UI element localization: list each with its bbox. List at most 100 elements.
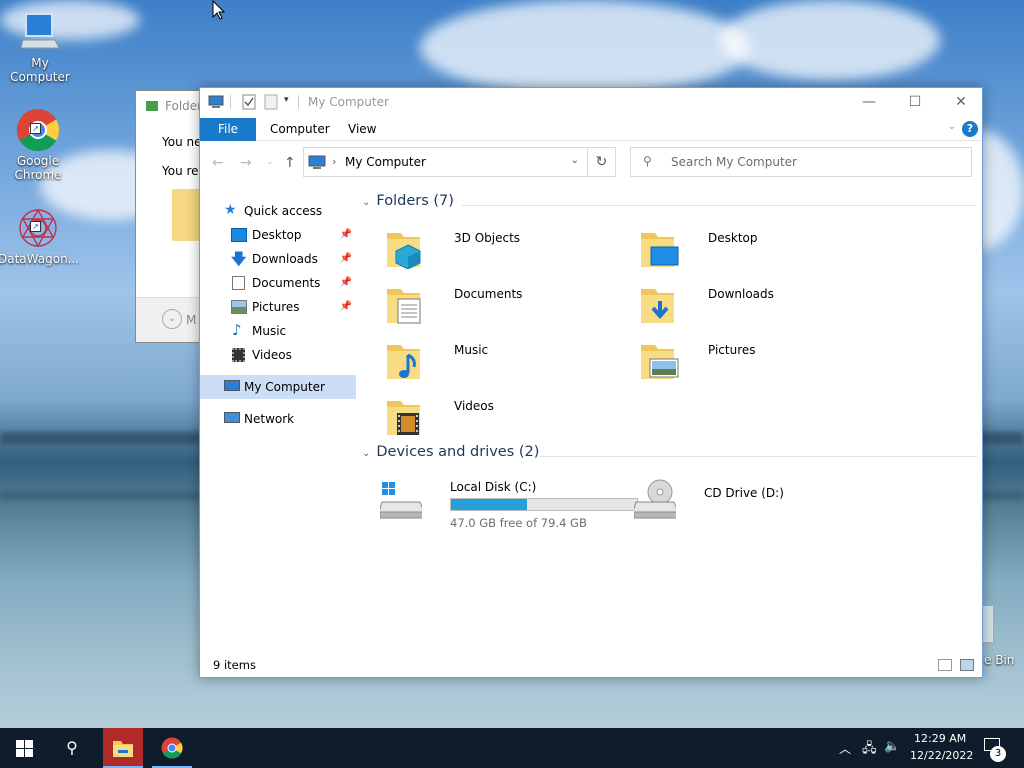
- volume-icon[interactable]: 🔈: [884, 739, 900, 754]
- explorer-window[interactable]: ▾ My Computer — ☐ ✕ File Computer View ⌄…: [199, 87, 983, 678]
- star-icon: ★: [224, 202, 237, 218]
- desktop-icon-datawagon[interactable]: ↗ DataWagon...: [0, 206, 79, 266]
- expand-ribbon-icon[interactable]: ⌄: [948, 121, 956, 132]
- start-button[interactable]: [0, 728, 48, 768]
- pictures-folder-icon: [641, 345, 679, 379]
- folder-label: Music: [454, 343, 489, 357]
- large-icons-view-icon[interactable]: [960, 659, 974, 671]
- notification-center-button[interactable]: 3: [976, 728, 1024, 768]
- music-icon: ♪: [232, 321, 242, 339]
- desktop-icon-label: My Computer: [10, 56, 70, 84]
- wallpaper-cloud: [720, 0, 940, 80]
- tab-view[interactable]: View: [334, 118, 390, 141]
- tab-computer[interactable]: Computer: [256, 118, 344, 141]
- folder-item-desktop[interactable]: Desktop: [638, 225, 888, 279]
- desktop-icon-recycle-bin[interactable]: e Bin: [982, 605, 1024, 667]
- minimize-button[interactable]: —: [846, 88, 892, 116]
- cd-drive-icon: [634, 479, 676, 519]
- address-dropdown-icon[interactable]: ⌄: [571, 155, 579, 166]
- sidebar-item-desktop[interactable]: Desktop 📌: [200, 223, 356, 247]
- new-folder-icon[interactable]: [264, 94, 278, 110]
- drive-free-space: 47.0 GB free of 79.4 GB: [450, 516, 587, 530]
- recycle-bin-icon: [982, 605, 994, 643]
- folder-item-3d-objects[interactable]: 3D Objects: [384, 225, 634, 279]
- computer-icon: [19, 10, 61, 54]
- folder-item-videos[interactable]: Videos: [384, 393, 634, 447]
- music-folder-icon: [387, 345, 420, 379]
- folder-item-music[interactable]: Music: [384, 337, 634, 391]
- sidebar-item-music[interactable]: ♪ Music: [200, 319, 356, 343]
- details-view-icon[interactable]: [938, 659, 952, 671]
- folder-item-documents[interactable]: Documents: [384, 281, 634, 335]
- desktop-folder-icon: [641, 233, 679, 267]
- address-path[interactable]: My Computer: [345, 155, 426, 169]
- pin-icon[interactable]: 📌: [340, 223, 352, 247]
- back-button[interactable]: ←: [212, 155, 224, 171]
- forward-button[interactable]: →: [240, 155, 252, 171]
- search-input[interactable]: ⚲ Search My Computer: [630, 147, 972, 177]
- sidebar-item-label: Documents: [252, 276, 321, 290]
- mouse-cursor-icon: [212, 0, 226, 20]
- folder-label: Downloads: [708, 287, 774, 301]
- dialog-text-line: You re: [162, 164, 199, 178]
- sidebar-item-label: Quick access: [244, 204, 323, 218]
- help-button[interactable]: ?: [962, 121, 978, 137]
- dialog-footer-label: M: [186, 313, 197, 327]
- clock-date[interactable]: 12/22/2022: [910, 749, 973, 762]
- collapse-group-icon: ⌄: [362, 448, 371, 459]
- pin-icon[interactable]: 📌: [340, 271, 352, 295]
- document-icon: [232, 276, 245, 290]
- up-button[interactable]: ↑: [284, 155, 296, 171]
- shortcut-arrow-icon: ↗: [30, 123, 41, 134]
- taskbar: ⚲ ︿ 🖧 🔈 12:29 AM 12/22/2022 3: [0, 728, 1024, 768]
- sidebar-item-label: Downloads: [252, 252, 318, 266]
- address-bar[interactable]: › My Computer ⌄: [303, 147, 588, 177]
- sidebar-item-quick-access[interactable]: ★ Quick access: [200, 199, 356, 223]
- desktop-icon-chrome[interactable]: ↗ Google Chrome: [0, 108, 78, 182]
- show-hidden-icons-button[interactable]: ︿: [839, 740, 851, 757]
- 3d-objects-folder-icon: [387, 233, 421, 269]
- sidebar-item-label: Network: [244, 412, 295, 426]
- folder-item-pictures[interactable]: Pictures: [638, 337, 888, 391]
- sidebar-item-downloads[interactable]: 🡇 Downloads 📌: [200, 247, 356, 271]
- sidebar-item-my-computer[interactable]: My Computer: [200, 375, 356, 399]
- drive-item-cd-drive-d[interactable]: CD Drive (D:): [634, 478, 884, 532]
- taskbar-chrome[interactable]: [152, 728, 192, 768]
- close-button[interactable]: ✕: [938, 88, 984, 116]
- pin-icon[interactable]: 📌: [340, 247, 352, 271]
- drive-label: Local Disk (C:): [450, 480, 537, 494]
- search-button[interactable]: ⚲: [48, 728, 96, 768]
- sidebar-item-label: Desktop: [252, 228, 302, 242]
- sidebar-item-label: Music: [252, 324, 287, 338]
- tab-file[interactable]: File: [200, 118, 256, 141]
- quick-access-dropdown-icon[interactable]: ▾: [284, 95, 289, 105]
- clock-time[interactable]: 12:29 AM: [914, 732, 966, 745]
- folder-item-downloads[interactable]: Downloads: [638, 281, 888, 335]
- computer-icon: [208, 95, 224, 108]
- group-divider: [540, 456, 977, 457]
- sidebar-item-videos[interactable]: Videos: [200, 343, 356, 367]
- maximize-button[interactable]: ☐: [892, 88, 938, 116]
- desktop-icon-my-computer[interactable]: My Computer: [0, 10, 80, 84]
- recent-locations-button[interactable]: ⌄: [266, 157, 274, 167]
- expand-details-button[interactable]: ⌄: [162, 309, 182, 329]
- collapse-group-icon: ⌄: [362, 197, 371, 208]
- navigation-pane: ★ Quick access Desktop 📌 🡇 Downloads 📌 D…: [200, 194, 356, 654]
- network-tray-icon[interactable]: 🖧: [862, 739, 877, 761]
- title-bar[interactable]: ▾ My Computer — ☐ ✕: [200, 88, 982, 116]
- taskbar-file-explorer[interactable]: [103, 728, 143, 768]
- content-pane: ⌄ Folders (7) 3D Objects Desktop Document…: [360, 188, 980, 658]
- download-icon: 🡇: [231, 250, 247, 268]
- group-header-folders[interactable]: ⌄ Folders (7): [362, 193, 977, 215]
- pin-icon[interactable]: 📌: [340, 295, 352, 319]
- network-icon: [224, 412, 240, 423]
- chrome-icon: [161, 737, 183, 759]
- datawagon-icon: ↗: [16, 206, 60, 250]
- sidebar-item-documents[interactable]: Documents 📌: [200, 271, 356, 295]
- drive-item-local-disk-c[interactable]: Local Disk (C:) 47.0 GB free of 79.4 GB: [380, 478, 650, 532]
- refresh-button[interactable]: ↻: [588, 147, 616, 177]
- sidebar-item-pictures[interactable]: Pictures 📌: [200, 295, 356, 319]
- properties-icon[interactable]: [242, 94, 256, 110]
- sidebar-item-network[interactable]: Network: [200, 407, 356, 431]
- group-header-devices[interactable]: ⌄ Devices and drives (2): [362, 444, 977, 466]
